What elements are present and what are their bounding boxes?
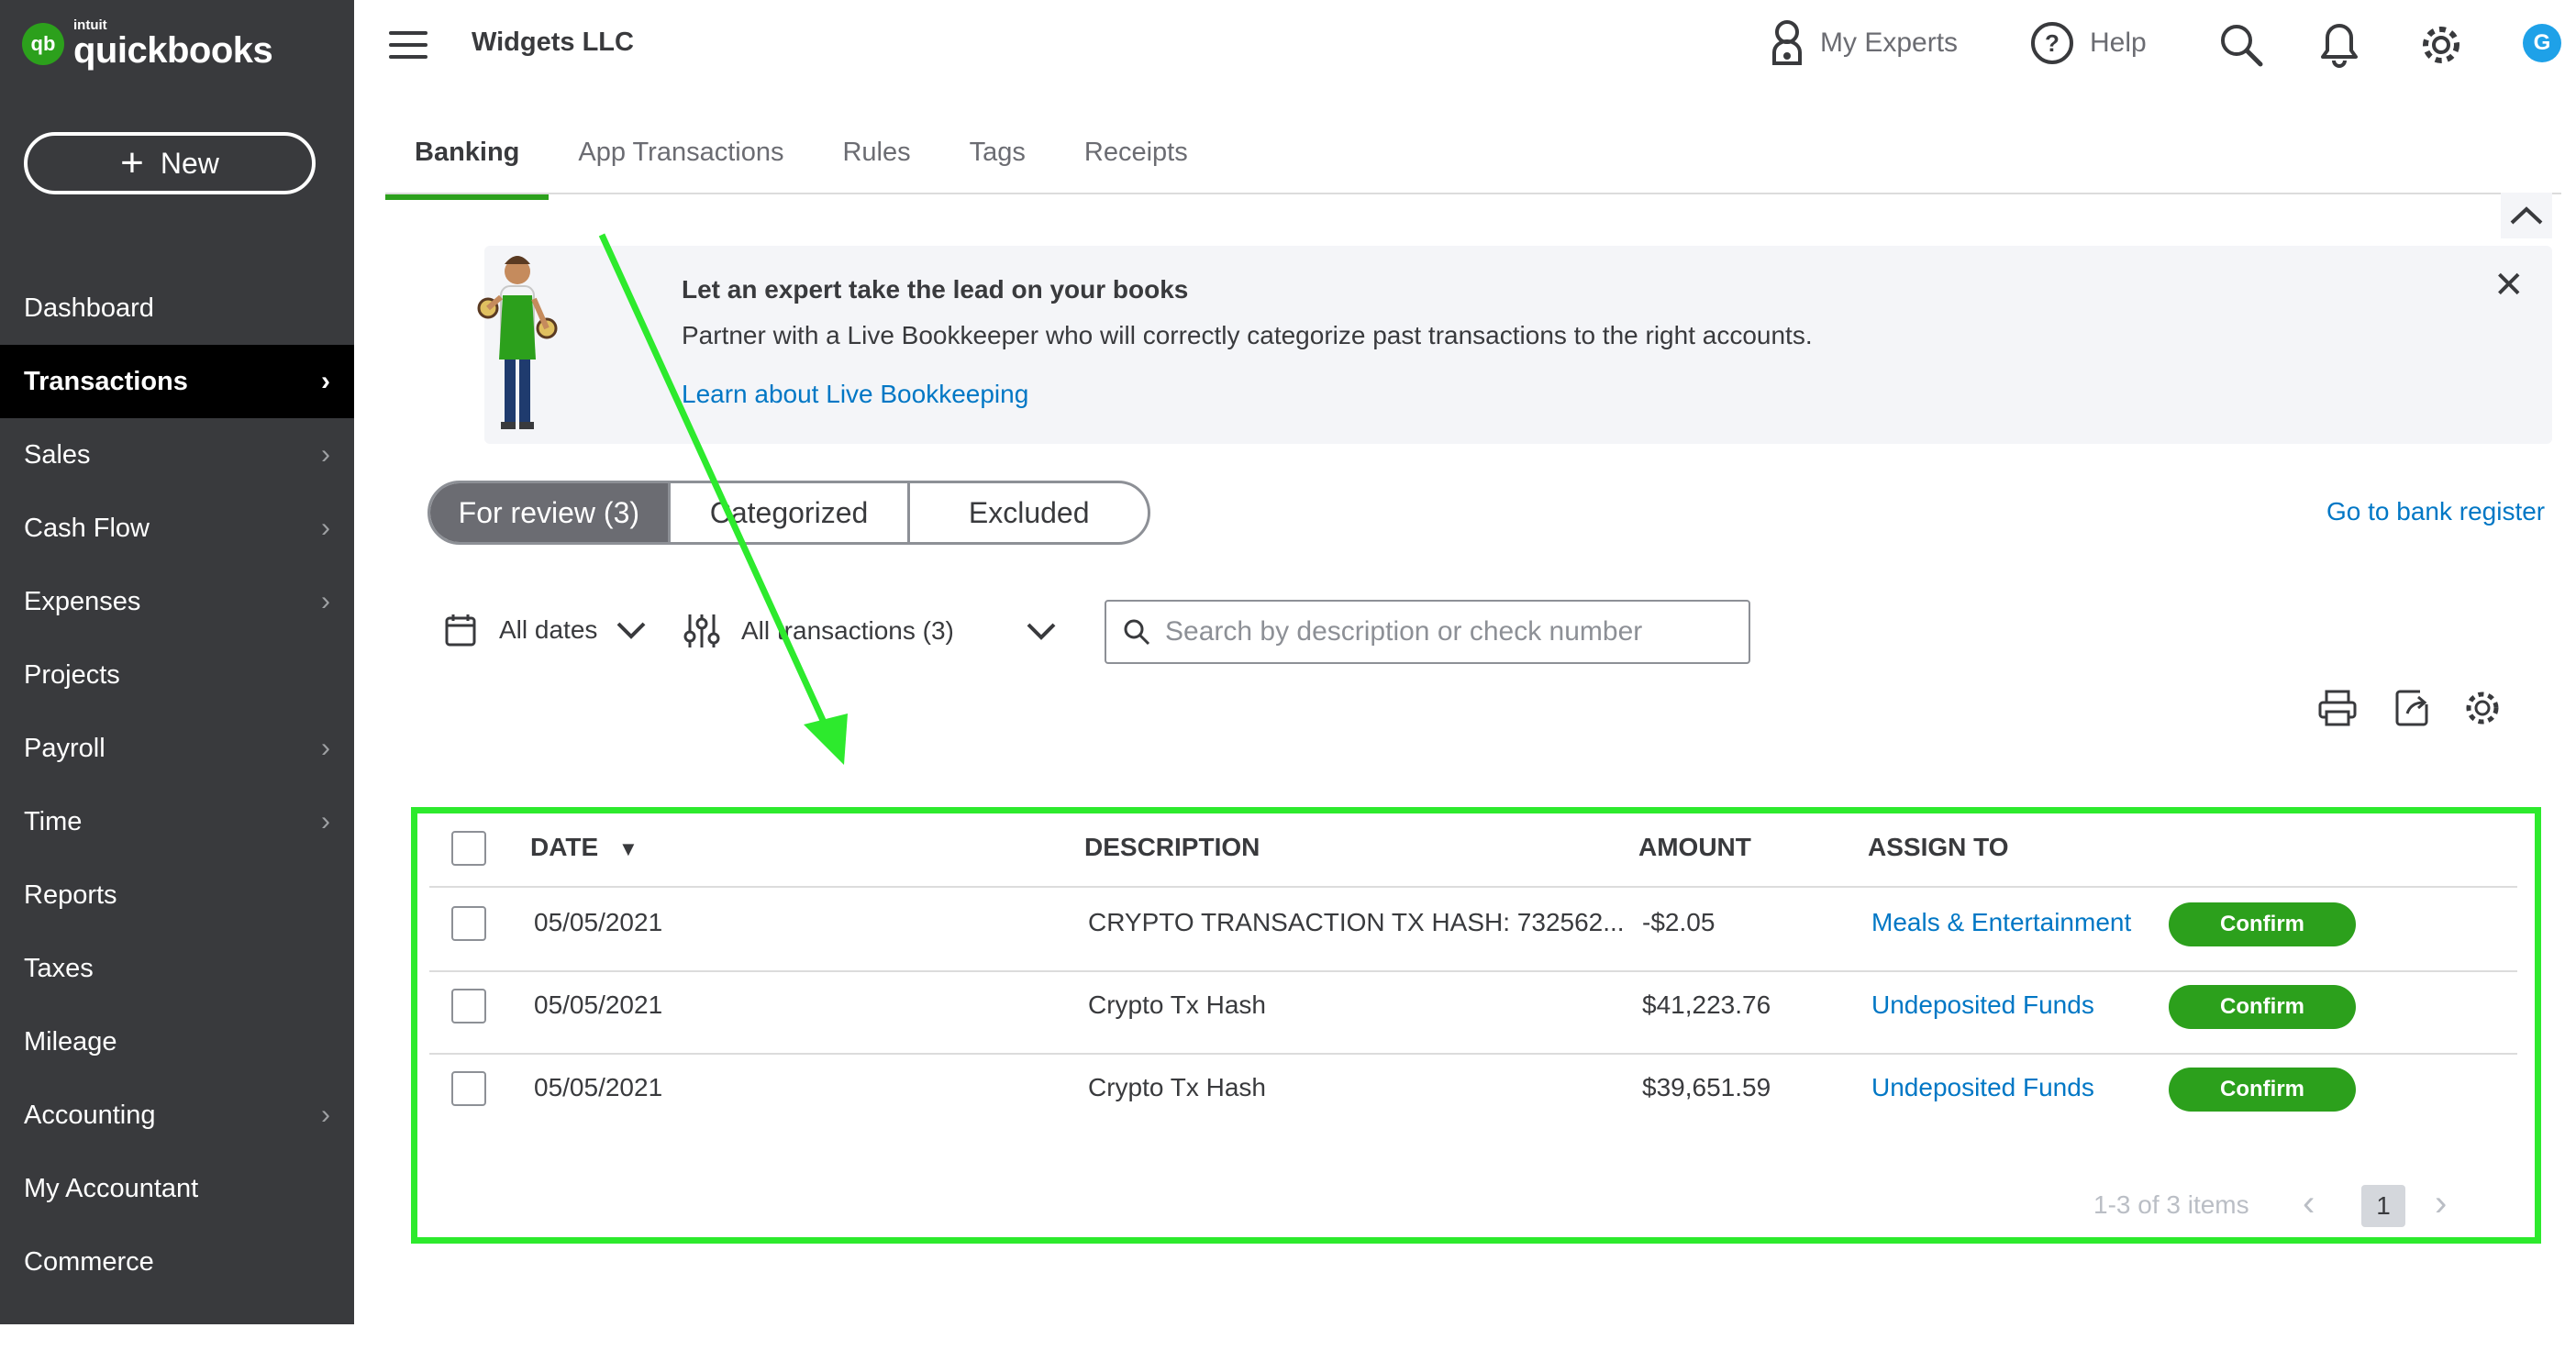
chevron-right-icon: › bbox=[321, 733, 330, 763]
sidebar-item-cash-flow[interactable]: Cash Flow › bbox=[0, 492, 354, 565]
help-label: Help bbox=[2090, 28, 2147, 58]
excluded-tab[interactable]: Excluded bbox=[907, 483, 1148, 542]
qb-logo-icon: qb bbox=[22, 22, 64, 65]
search-box bbox=[1105, 600, 1750, 664]
person-lock-icon bbox=[1772, 20, 1802, 65]
sidebar-item-label: Transactions bbox=[24, 366, 188, 396]
sidebar-item-label: Cash Flow bbox=[24, 513, 150, 543]
categorized-tab[interactable]: Categorized bbox=[667, 483, 908, 542]
sidebar-item-label: Accounting bbox=[24, 1100, 156, 1130]
search-icon bbox=[1124, 619, 1150, 646]
chevron-down-icon bbox=[616, 622, 646, 639]
search-icon[interactable] bbox=[2218, 22, 2264, 68]
sidebar-item-commerce[interactable]: Commerce bbox=[0, 1225, 354, 1299]
tab-app-transactions[interactable]: App Transactions bbox=[549, 138, 813, 194]
sidebar-item-mileage[interactable]: Mileage bbox=[0, 1005, 354, 1079]
collapse-banner-button[interactable] bbox=[2501, 193, 2552, 238]
date-filter-dropdown[interactable]: All dates bbox=[444, 613, 647, 647]
sidebar-item-label: Projects bbox=[24, 659, 120, 690]
review-status-toggle: For review (3) Categorized Excluded bbox=[427, 481, 1150, 545]
tab-tags[interactable]: Tags bbox=[940, 138, 1055, 194]
chevron-right-icon: › bbox=[321, 806, 330, 836]
sidebar-item-taxes[interactable]: Taxes bbox=[0, 932, 354, 1005]
gear-icon[interactable] bbox=[2418, 22, 2464, 68]
sidebar-item-transactions[interactable]: Transactions › bbox=[0, 345, 354, 418]
sidebar-item-payroll[interactable]: Payroll › bbox=[0, 712, 354, 785]
plus-icon: + bbox=[120, 140, 144, 185]
new-button-label: New bbox=[160, 146, 219, 180]
sidebar-item-label: Dashboard bbox=[24, 293, 154, 323]
calendar-icon bbox=[445, 614, 476, 647]
tab-banking[interactable]: Banking bbox=[385, 138, 550, 200]
tabs-divider bbox=[385, 193, 2561, 194]
close-banner-icon[interactable]: ✕ bbox=[2493, 264, 2525, 306]
transaction-filter-dropdown[interactable]: All transactions (3) bbox=[683, 613, 1057, 649]
tab-rules[interactable]: Rules bbox=[813, 138, 939, 194]
search-input[interactable] bbox=[1163, 615, 1717, 648]
banking-tabs: Banking App Transactions Rules Tags Receipts bbox=[385, 138, 1217, 200]
company-name: Widgets LLC bbox=[472, 28, 634, 57]
sidebar-item-expenses[interactable]: Expenses › bbox=[0, 565, 354, 638]
sliders-icon bbox=[683, 614, 720, 647]
help-button[interactable]: ? Help bbox=[2031, 17, 2147, 70]
sidebar-item-reports[interactable]: Reports bbox=[0, 858, 354, 932]
quickbooks-logo[interactable]: qb intuit quickbooks bbox=[22, 18, 273, 71]
help-icon: ? bbox=[2031, 22, 2073, 64]
sidebar-item-label: Taxes bbox=[24, 953, 94, 983]
chevron-down-icon bbox=[1027, 623, 1056, 640]
sidebar-item-accounting[interactable]: Accounting › bbox=[0, 1079, 354, 1152]
chevron-right-icon: › bbox=[321, 586, 330, 616]
sidebar-item-label: Sales bbox=[24, 439, 91, 470]
hamburger-menu-icon[interactable] bbox=[389, 31, 427, 67]
banner-text: Partner with a Live Bookkeeper who will … bbox=[682, 321, 1813, 349]
banner-title: Let an expert take the lead on your book… bbox=[682, 275, 1189, 304]
chevron-right-icon: › bbox=[321, 513, 330, 543]
for-review-tab[interactable]: For review (3) bbox=[430, 483, 668, 542]
sidebar-item-label: Expenses bbox=[24, 586, 141, 616]
sidebar-item-label: Reports bbox=[24, 880, 117, 910]
export-icon[interactable] bbox=[2393, 688, 2433, 728]
annotation-highlight-box bbox=[411, 807, 2541, 1244]
sidebar-item-label: Apps bbox=[24, 1320, 85, 1350]
learn-live-bookkeeping-link[interactable]: Learn about Live Bookkeeping bbox=[682, 380, 1028, 409]
table-settings-gear-icon[interactable] bbox=[2462, 688, 2503, 728]
tab-receipts[interactable]: Receipts bbox=[1055, 138, 1217, 194]
chevron-up-icon bbox=[2510, 206, 2543, 225]
my-experts-label: My Experts bbox=[1820, 28, 1959, 58]
sidebar-item-label: My Accountant bbox=[24, 1173, 199, 1203]
sidebar-item-label: Payroll bbox=[24, 733, 105, 763]
sidebar-item-my-accountant[interactable]: My Accountant bbox=[0, 1152, 354, 1225]
new-button[interactable]: + New bbox=[24, 132, 316, 194]
user-avatar[interactable]: G bbox=[2523, 24, 2561, 62]
chevron-right-icon: › bbox=[321, 366, 330, 396]
bookkeeper-illustration bbox=[477, 256, 558, 429]
my-experts-button[interactable]: My Experts bbox=[1767, 17, 1958, 70]
sidebar-nav: Dashboard Transactions › Sales › Cash Flow › Ex… bbox=[0, 271, 354, 1372]
sidebar-item-sales[interactable]: Sales › bbox=[0, 418, 354, 492]
sidebar: qb intuit quickbooks + New Dashboard Tran… bbox=[0, 0, 354, 1350]
go-to-bank-register-link[interactable]: Go to bank register bbox=[2326, 497, 2545, 526]
date-filter-label: All dates bbox=[499, 615, 598, 644]
sidebar-item-projects[interactable]: Projects bbox=[0, 638, 354, 712]
chevron-right-icon: › bbox=[321, 439, 330, 470]
sidebar-item-label: Time bbox=[24, 806, 83, 836]
chevron-right-icon: › bbox=[321, 1100, 330, 1130]
print-icon[interactable] bbox=[2317, 688, 2358, 728]
quickbooks-wordmark: quickbooks bbox=[73, 30, 273, 71]
sidebar-item-time[interactable]: Time › bbox=[0, 785, 354, 858]
sidebar-item-label: Commerce bbox=[24, 1246, 154, 1277]
transaction-filter-label: All transactions (3) bbox=[741, 616, 954, 645]
sidebar-item-dashboard[interactable]: Dashboard bbox=[0, 271, 354, 345]
sidebar-item-apps[interactable]: Apps bbox=[0, 1299, 354, 1372]
sidebar-item-label: Mileage bbox=[24, 1026, 117, 1057]
bell-icon[interactable] bbox=[2319, 20, 2359, 70]
